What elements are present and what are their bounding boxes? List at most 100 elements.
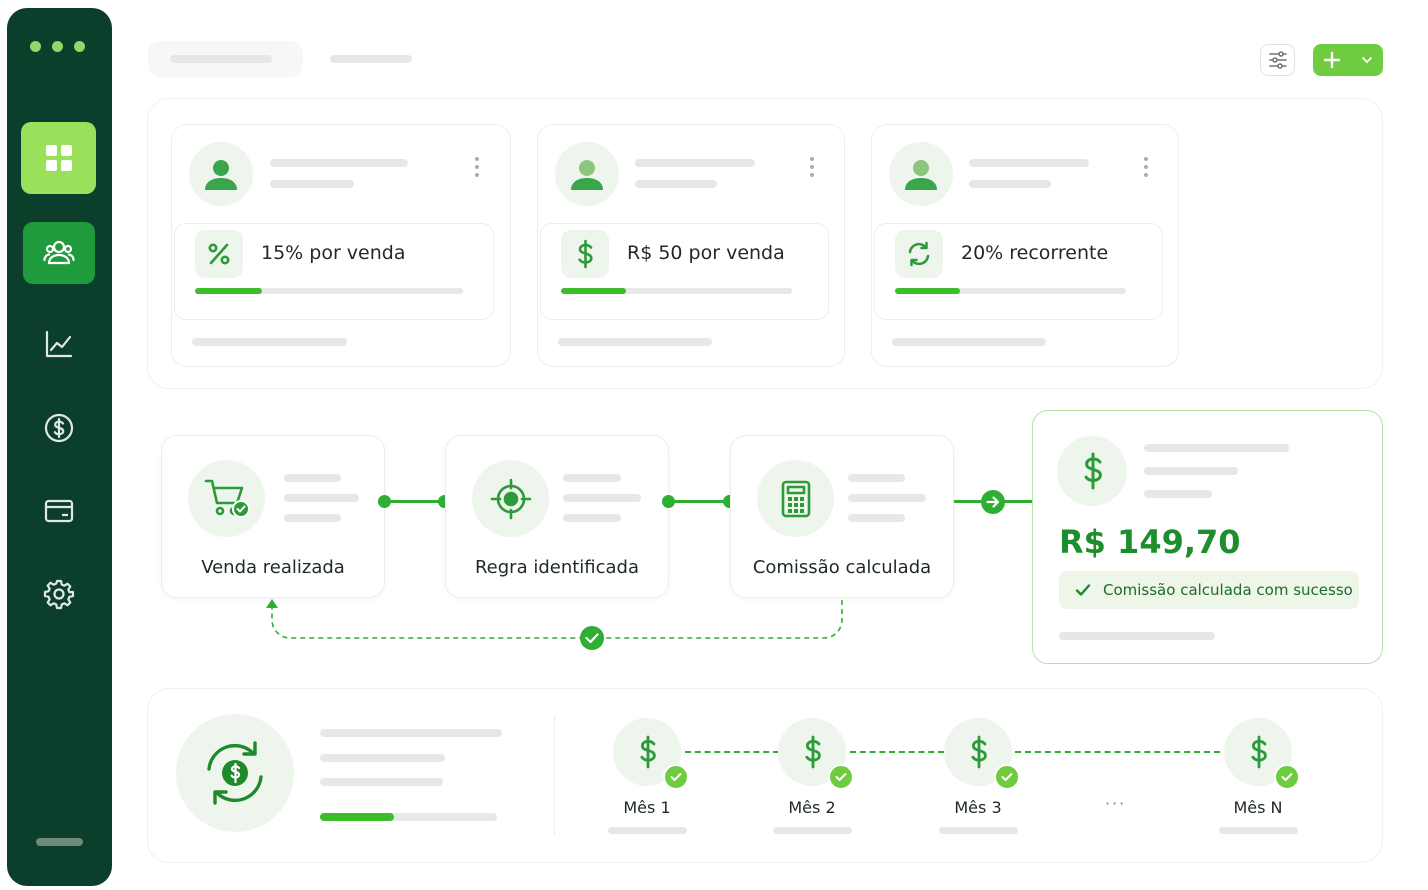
month-connector [850,751,944,753]
rule-card[interactable]: 20% recorrente [871,124,1179,367]
user-icon [905,160,937,190]
more-menu-icon[interactable] [475,157,479,177]
placeholder-bar [320,778,443,786]
placeholder-bar [848,514,905,522]
flow-connector [385,500,445,503]
sidebar-item-wallet[interactable] [23,480,95,542]
percent-icon [195,230,243,278]
flow-step-label: Regra identificada [474,557,640,578]
placeholder-bar [939,827,1018,834]
recurring-dollar-icon [176,714,294,832]
more-menu-icon[interactable] [1144,157,1148,177]
user-icon [205,160,237,190]
placeholder-bar [563,514,621,522]
placeholder-bar [284,494,359,502]
placeholder-bar [330,55,412,63]
sidebar-item-payments[interactable] [23,397,95,459]
dollar-icon [1057,436,1127,506]
flow-connector [669,500,729,503]
placeholder-bar [270,159,408,167]
placeholder-bar [558,338,712,346]
check-icon [994,764,1020,790]
rule-label: 15% por venda [261,242,406,264]
target-icon [472,460,549,537]
rule-label: 20% recorrente [961,242,1109,264]
placeholder-bar [1219,827,1298,834]
commission-result-card[interactable]: R$ 149,70 Comissão calculada com sucesso [1032,410,1383,664]
more-menu-icon[interactable] [810,157,814,177]
flow-step-commission[interactable]: Comissão calculada [730,435,954,598]
avatar [189,142,253,206]
placeholder-bar [1144,444,1289,452]
flow-step-sale[interactable]: Venda realizada [161,435,385,598]
plus-icon [1323,51,1341,69]
placeholder-bar [635,159,755,167]
rule-progress [195,288,463,294]
cart-check-icon [188,460,265,537]
month-connector [1015,751,1220,753]
rule-detail: 15% por venda [174,223,494,320]
placeholder-bar [563,474,621,482]
month-label: Mês 2 [788,798,836,817]
flow-node [662,495,675,508]
dollar-circle-icon [44,413,74,443]
filter-button[interactable] [1260,44,1295,76]
dollar-icon [561,230,609,278]
avatar [555,142,619,206]
app-root: 15% por venda R$ 50 por venda 20% recorr… [0,0,1428,890]
users-icon [43,240,75,265]
grid-icon [45,145,72,171]
more-months-ellipsis: ··· [1105,794,1127,813]
placeholder-bar [969,180,1051,188]
placeholder-bar [284,474,341,482]
placeholder-bar [1059,632,1215,640]
rule-label: R$ 50 por venda [627,242,785,264]
refresh-icon [895,230,943,278]
placeholder-bar [192,338,347,346]
window-dots [30,41,85,52]
sliders-icon [1268,51,1287,69]
sidebar-item-dashboard[interactable] [21,122,96,194]
sidebar-item-reports[interactable] [23,313,95,375]
sidebar-item-affiliates[interactable] [23,222,95,284]
placeholder-bar [170,55,272,63]
calculator-icon [757,460,834,537]
rule-card[interactable]: R$ 50 por venda [537,124,845,367]
placeholder-bar [563,494,641,502]
commission-value: R$ 149,70 [1059,523,1241,561]
month-label: Mês 3 [954,798,1002,817]
placeholder-bar [608,827,687,834]
placeholder-bar [270,180,354,188]
user-icon [571,160,603,190]
recurring-panel [147,688,1383,863]
placeholder-bar [848,494,926,502]
placeholder-bar [969,159,1089,167]
placeholder-bar [1144,467,1238,475]
check-icon [1075,584,1091,596]
card-icon [44,499,74,523]
success-message: Comissão calculada com sucesso [1103,581,1353,599]
avatar [889,142,953,206]
flow-step-rule[interactable]: Regra identificada [445,435,669,598]
sidebar-handle[interactable] [36,838,83,846]
rule-card[interactable]: 15% por venda [171,124,511,367]
month-connector [685,751,779,753]
placeholder-bar [320,729,502,737]
arrow-right-icon [981,490,1005,514]
month-label: Mês 1 [623,798,671,817]
placeholder-bar [892,338,1046,346]
sidebar-item-settings[interactable] [23,563,95,625]
check-icon [1274,764,1300,790]
placeholder-bar [1144,490,1212,498]
chevron-down-icon[interactable] [1361,56,1373,64]
feedback-loop [266,599,843,650]
placeholder-bar [773,827,852,834]
add-button[interactable] [1313,44,1383,76]
line-chart-icon [45,330,73,358]
flow-step-label: Comissão calculada [752,557,932,578]
month-label: Mês N [1233,798,1283,817]
rule-detail: R$ 50 por venda [540,223,829,320]
flow-node [378,495,391,508]
placeholder-bar [284,514,341,522]
check-icon [828,764,854,790]
